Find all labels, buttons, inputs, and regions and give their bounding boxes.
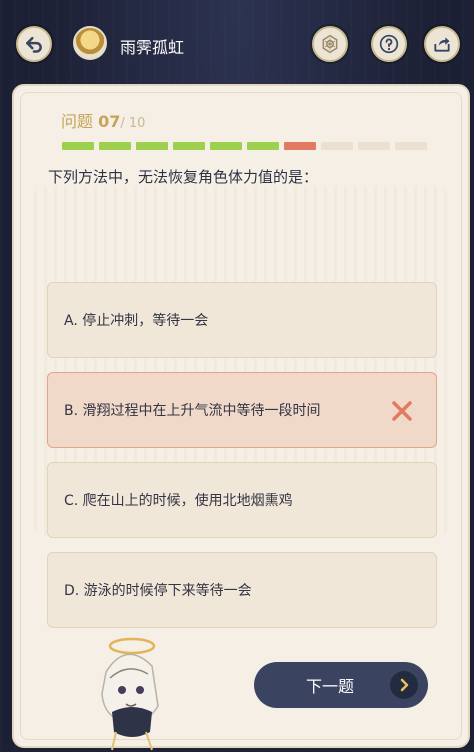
- top-bar: 雨霁孤虹: [0, 0, 474, 90]
- option-label: D. 游泳的时候停下来等待一会: [64, 583, 252, 599]
- progress-segment-correct: [136, 142, 168, 150]
- option-label: C. 爬在山上的时候，使用北地烟熏鸡: [64, 493, 293, 509]
- compass-icon: [322, 34, 338, 54]
- question-total: / 10: [120, 116, 146, 131]
- back-icon: [26, 36, 42, 53]
- question-label: 问题: [61, 112, 94, 131]
- progress-segment-correct: [173, 142, 205, 150]
- quiz-card: 问题 07/ 10 下列方法中，无法恢复角色体力值的是： A. 停止冲刺，等待一…: [12, 84, 470, 751]
- progress-segment-correct: [247, 142, 279, 150]
- back-button[interactable]: [16, 26, 52, 62]
- question-current: 07: [98, 112, 121, 131]
- progress-segment-wrong: [284, 142, 316, 150]
- help-icon: [379, 34, 399, 54]
- progress-segment-pending: [395, 142, 427, 150]
- question-counter: 问题 07/ 10: [61, 108, 145, 132]
- wrong-x-icon: [392, 401, 412, 421]
- option-d[interactable]: D. 游泳的时候停下来等待一会: [47, 552, 437, 628]
- question-text: 下列方法中，无法恢复角色体力值的是：: [48, 168, 319, 186]
- progress-segment-correct: [99, 142, 131, 150]
- paimon-mascot-image: [101, 637, 159, 751]
- next-button-label: 下一题: [306, 677, 355, 696]
- avatar[interactable]: [73, 26, 107, 60]
- progress-segment-correct: [210, 142, 242, 150]
- option-label: B. 滑翔过程中在上升气流中等待一段时间: [64, 403, 321, 419]
- option-label: A. 停止冲刺，等待一会: [64, 313, 209, 329]
- username: 雨霁孤虹: [120, 38, 185, 57]
- progress-segment-correct: [62, 142, 94, 150]
- progress-segment-pending: [358, 142, 390, 150]
- share-icon: [434, 37, 450, 52]
- option-b[interactable]: B. 滑翔过程中在上升气流中等待一段时间: [47, 372, 437, 448]
- help-button[interactable]: [371, 26, 407, 62]
- option-a[interactable]: A. 停止冲刺，等待一会: [47, 282, 437, 358]
- share-button[interactable]: [424, 26, 460, 62]
- progress-segment-pending: [321, 142, 353, 150]
- chevron-right-icon: [390, 671, 418, 699]
- option-c[interactable]: C. 爬在山上的时候，使用北地烟熏鸡: [47, 462, 437, 538]
- progress-bar: [62, 142, 427, 150]
- next-question-button[interactable]: 下一题: [254, 662, 428, 708]
- compass-button[interactable]: [312, 26, 348, 62]
